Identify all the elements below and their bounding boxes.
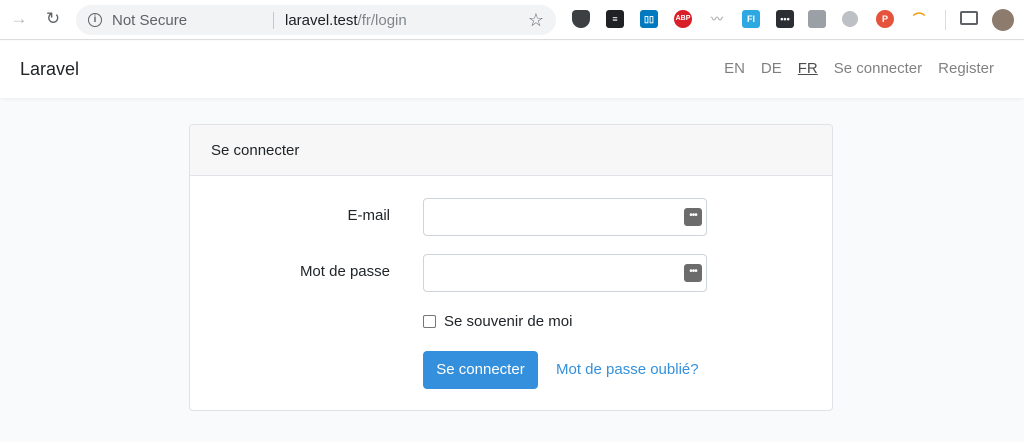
remember-checkbox[interactable] [423,315,436,328]
buffer-extension-icon[interactable]: ≡ [606,10,624,28]
trello-extension-icon[interactable]: ▯▯ [640,10,658,28]
cast-icon[interactable] [960,11,978,25]
toolbar-divider [945,10,946,30]
security-status[interactable]: Not Secure [112,12,187,29]
address-bar[interactable]: i Not Secure laravel.test/fr/login ☆ [76,5,556,35]
password-manager-key-icon[interactable]: ••• [684,208,702,226]
nav-link-fr[interactable]: FR [798,60,818,77]
card-title: Se connecter [190,125,832,176]
login-card: Se connecter E-mail ••• Mot de passe •••… [189,124,833,411]
pocket-extension-icon[interactable] [572,10,590,28]
nav-link-register[interactable]: Register [938,60,994,77]
nav-link-en[interactable]: EN [724,60,745,77]
remember-me[interactable]: Se souvenir de moi [423,313,572,330]
nav-link-login[interactable]: Se connecter [834,60,922,77]
circle-extension-icon[interactable] [842,11,858,27]
info-icon[interactable]: i [88,13,102,27]
password-label: Mot de passe [299,263,390,280]
email-field[interactable]: ••• [423,198,707,236]
nav-links: EN DE FR Se connecter Register [724,60,994,77]
producthunt-extension-icon[interactable]: P [876,10,894,28]
profile-avatar[interactable] [992,9,1014,31]
fi-extension-icon[interactable]: FI [742,10,760,28]
dots-extension-icon[interactable]: ••• [776,10,794,28]
bookmark-star-icon[interactable]: ☆ [528,10,544,31]
email-label: E-mail [347,207,390,224]
url-text[interactable]: laravel.test/fr/login [285,12,407,29]
url-path: /fr/login [357,12,407,29]
nav-link-de[interactable]: DE [761,60,782,77]
browser-toolbar: → ↻ i Not Secure laravel.test/fr/login ☆… [0,0,1024,40]
forgot-password-link[interactable]: Mot de passe oublié? [556,361,699,378]
brand-link[interactable]: Laravel [20,59,79,80]
forward-arrow-icon[interactable]: → [8,8,30,30]
reload-icon[interactable]: ↻ [42,8,64,30]
app-navbar: Laravel EN DE FR Se connecter Register [0,41,1024,98]
remember-label[interactable]: Se souvenir de moi [444,313,572,330]
wave-extension-icon[interactable]: 〰 [708,10,726,28]
password-manager-key-icon[interactable]: ••• [684,264,702,282]
login-button[interactable]: Se connecter [423,351,538,389]
rainbow-extension-icon[interactable]: ⌒ [910,10,928,28]
url-host: laravel.test [285,12,358,29]
omnibox-divider [273,12,274,29]
adblock-plus-extension-icon[interactable]: ABP [674,10,692,28]
document-extension-icon[interactable] [808,10,826,28]
password-field[interactable]: ••• [423,254,707,292]
